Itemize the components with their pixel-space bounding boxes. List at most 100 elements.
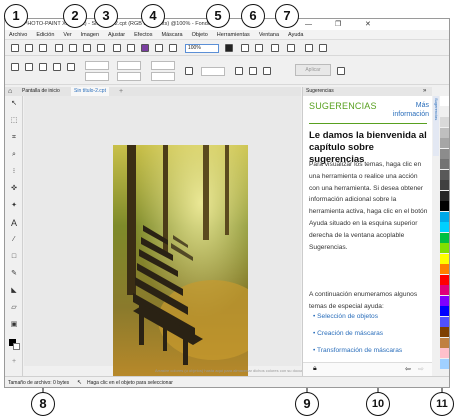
effect-tool-icon[interactable]: ✦: [10, 202, 18, 210]
freehand-mode-icon[interactable]: [53, 63, 61, 71]
scale-y-field[interactable]: [151, 72, 175, 81]
open-folder-icon[interactable]: [25, 44, 33, 52]
grid-icon[interactable]: [255, 44, 263, 52]
paint-tool-icon[interactable]: ✎: [10, 270, 18, 278]
palette-swatch[interactable]: [440, 117, 449, 127]
undo-icon[interactable]: [113, 44, 121, 52]
menu-ayuda[interactable]: Ayuda: [288, 30, 304, 39]
menu-edicion[interactable]: Edición: [36, 30, 54, 39]
lock-ratio-icon[interactable]: [185, 67, 193, 75]
image-window[interactable]: [24, 96, 301, 377]
rotation-field[interactable]: [201, 67, 225, 76]
palette-swatch[interactable]: [440, 316, 449, 327]
menu-ajustar[interactable]: Ajustar: [108, 30, 125, 39]
shape-tool-icon[interactable]: □: [10, 253, 18, 261]
menu-ver[interactable]: Ver: [63, 30, 71, 39]
palette-swatch[interactable]: [440, 264, 449, 274]
menu-ventana[interactable]: Ventana: [259, 30, 279, 39]
fill-tool-icon[interactable]: ◣: [10, 287, 18, 295]
reset-icon[interactable]: [337, 67, 345, 75]
height-field[interactable]: [117, 72, 141, 81]
paste-icon[interactable]: [97, 44, 105, 52]
link-object-selection[interactable]: • Selección de objetos: [313, 313, 378, 320]
back-arrow-icon[interactable]: ⇦: [405, 365, 411, 373]
palette-swatch[interactable]: [440, 201, 449, 211]
apply-button[interactable]: Aplicar: [295, 64, 331, 76]
menu-archivo[interactable]: Archivo: [9, 30, 27, 39]
palette-swatch[interactable]: [440, 243, 449, 253]
restore-button[interactable]: ❐: [335, 19, 341, 30]
flip-horizontal-icon[interactable]: [235, 67, 243, 75]
menu-mascara[interactable]: Máscara: [161, 30, 182, 39]
menu-herramientas[interactable]: Herramientas: [217, 30, 250, 39]
palette-swatch[interactable]: [440, 274, 449, 285]
link-mask-creation[interactable]: • Creación de máscaras: [313, 330, 383, 337]
options-icon[interactable]: [305, 44, 313, 52]
more-info-link[interactable]: Más información: [389, 101, 429, 119]
guidelines-icon[interactable]: [271, 44, 279, 52]
cut-icon[interactable]: [69, 44, 77, 52]
object-icon[interactable]: [169, 44, 177, 52]
width-field[interactable]: [117, 61, 141, 70]
menu-imagen[interactable]: Imagen: [81, 30, 99, 39]
palette-swatch[interactable]: [440, 306, 449, 316]
palette-swatch[interactable]: [440, 358, 449, 369]
tab-welcome[interactable]: Pantalla de inicio: [19, 87, 63, 96]
tab-document[interactable]: Sin título-2.cpt: [71, 87, 109, 96]
palette-swatch[interactable]: [440, 190, 449, 201]
save-icon[interactable]: [39, 44, 47, 52]
palette-swatch[interactable]: [440, 222, 449, 232]
print-icon[interactable]: [55, 44, 63, 52]
palette-swatch[interactable]: [440, 211, 449, 222]
position-y-field[interactable]: [85, 72, 109, 81]
crop-tool-icon[interactable]: ⌗: [10, 134, 18, 142]
eraser-tool-icon[interactable]: ▱: [10, 304, 18, 312]
palette-swatch[interactable]: [440, 96, 449, 106]
add-icon[interactable]: [11, 63, 19, 71]
text-tool-icon[interactable]: A: [10, 219, 18, 228]
corel-connect-icon[interactable]: [141, 44, 149, 52]
copy-icon[interactable]: [83, 44, 91, 52]
forward-arrow-icon[interactable]: ⇨: [418, 365, 424, 373]
scale-x-field[interactable]: [151, 61, 175, 70]
link-mask-transform[interactable]: • Transformación de máscaras: [313, 347, 402, 354]
palette-swatch[interactable]: [440, 295, 449, 306]
palette-swatch[interactable]: [440, 180, 449, 190]
palette-swatch[interactable]: [440, 148, 449, 159]
position-x-field[interactable]: [85, 61, 109, 70]
ellipse-mode-icon[interactable]: [39, 63, 47, 71]
docker-close-icon[interactable]: »: [423, 87, 426, 96]
rectangle-mask-icon[interactable]: ⬚: [10, 117, 18, 125]
close-button[interactable]: ✕: [365, 19, 371, 30]
full-screen-icon[interactable]: [225, 44, 233, 52]
mask-icon[interactable]: [155, 44, 163, 52]
flip-vertical-icon[interactable]: [249, 67, 257, 75]
palette-swatch[interactable]: [440, 159, 449, 169]
redo-icon[interactable]: [127, 44, 135, 52]
palette-swatch[interactable]: [440, 337, 449, 348]
lock-icon[interactable]: 🔒︎: [313, 365, 317, 373]
transform-icon[interactable]: [67, 63, 75, 71]
rectangle-mode-icon[interactable]: [25, 63, 33, 71]
docker-vertical-tab[interactable]: Sugerencias: [433, 96, 439, 156]
add-tool-icon[interactable]: +: [10, 358, 18, 366]
background-color-swatch[interactable]: [13, 343, 20, 350]
home-icon[interactable]: ⌂: [8, 88, 12, 95]
palette-swatch[interactable]: [440, 327, 449, 337]
transparency-tool-icon[interactable]: ▣: [10, 321, 18, 329]
skew-icon[interactable]: [263, 67, 271, 75]
menu-efectos[interactable]: Efectos: [134, 30, 152, 39]
eyedropper-icon[interactable]: ⁝: [10, 168, 18, 176]
zoom-tool-icon[interactable]: ⌕: [10, 151, 18, 159]
pick-tool-icon[interactable]: ↖: [10, 100, 18, 108]
palette-swatch[interactable]: [440, 348, 449, 358]
new-tab-icon[interactable]: +: [119, 87, 123, 96]
new-file-icon[interactable]: [11, 44, 19, 52]
palette-swatch[interactable]: [440, 106, 449, 117]
palette-swatch[interactable]: [440, 232, 449, 243]
rulers-icon[interactable]: [241, 44, 249, 52]
menu-objeto[interactable]: Objeto: [192, 30, 208, 39]
palette-swatch[interactable]: [440, 169, 449, 180]
redeye-tool-icon[interactable]: ✜: [10, 185, 18, 193]
snap-icon[interactable]: [287, 44, 295, 52]
